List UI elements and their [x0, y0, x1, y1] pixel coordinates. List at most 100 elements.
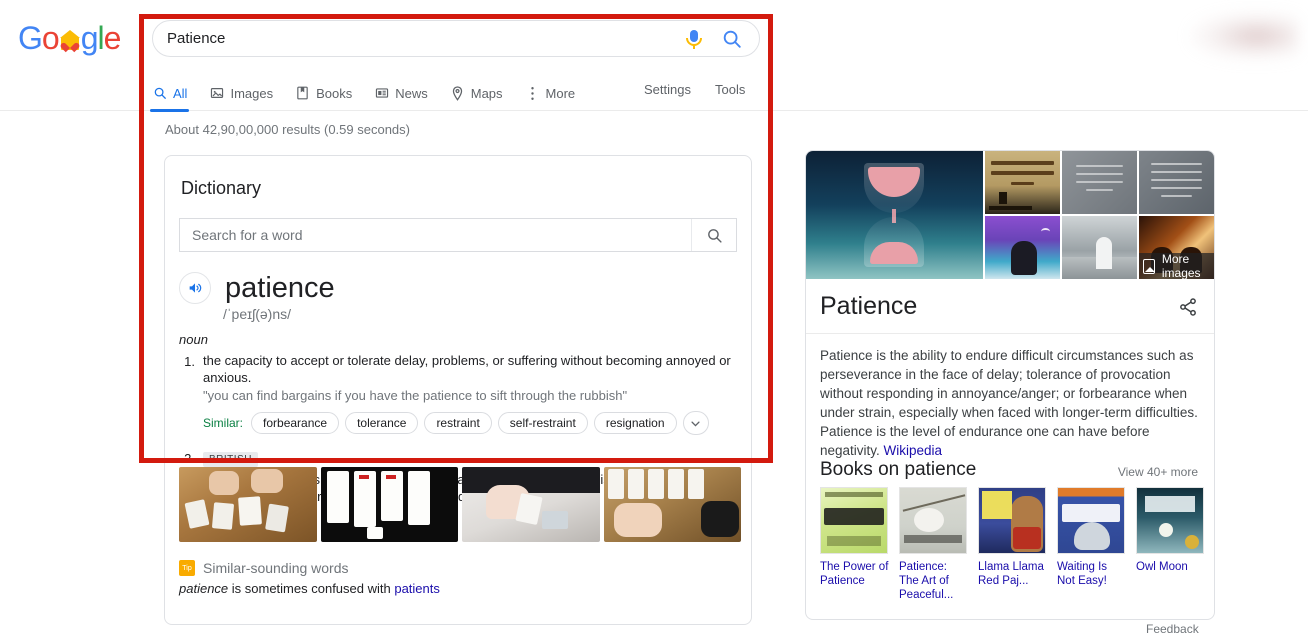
dictionary-heading: Dictionary [181, 178, 262, 198]
headword: patience [225, 272, 335, 304]
book-item[interactable]: The Power of Patience [820, 487, 890, 602]
confused-middle-text: is sometimes confused with [228, 581, 395, 596]
definition-item: 1. the capacity to accept or tolerate de… [179, 352, 741, 435]
similar-chip[interactable]: self-restraint [497, 412, 588, 434]
logo-letter-g: g [80, 20, 99, 56]
search-input[interactable]: Patience [153, 30, 683, 48]
feedback-link[interactable]: Feedback [1146, 622, 1199, 636]
similar-sounding-line: patience is sometimes confused with pati… [179, 581, 440, 596]
dictionary-search-box[interactable]: Search for a word [179, 218, 737, 252]
card-game-photo-strip [179, 467, 741, 542]
book-cover [899, 487, 967, 554]
search-box[interactable]: Patience [152, 20, 760, 57]
knowledge-panel: More images Patience Patience is the abi… [805, 150, 1215, 620]
book-title: Waiting Is Not Easy! [1057, 561, 1108, 587]
tab-books[interactable]: Books [295, 78, 352, 108]
tools-button[interactable]: Tools [715, 82, 745, 97]
book-item[interactable]: Owl Moon [1136, 487, 1206, 602]
books-carousel: The Power of Patience Patience: The Art … [820, 487, 1208, 602]
similar-words-row: Similar: forbearance tolerance restraint… [203, 411, 741, 435]
search-icon [707, 228, 722, 243]
similar-sounding-title: Similar-sounding words [203, 560, 349, 576]
book-title: The Power of Patience [820, 561, 889, 587]
settings-button[interactable]: Settings [644, 82, 691, 97]
quote-card-photo-1[interactable] [985, 151, 1060, 214]
book-title: Owl Moon [1136, 561, 1188, 573]
book-title: Patience: The Art of Peaceful... [899, 561, 954, 601]
chevron-down-icon[interactable] [682, 411, 709, 435]
google-search-results-page: Go gle Patience All Images Books News Ma… [0, 0, 1308, 636]
tab-label: More [545, 85, 576, 101]
book-item[interactable]: Patience: The Art of Peaceful... [899, 487, 969, 602]
microphone-icon[interactable] [683, 28, 705, 50]
confused-word-source: patience [179, 581, 229, 596]
tab-label: Images [230, 85, 274, 101]
phonetic-transcription: /ˈpeɪʃ(ə)ns/ [223, 306, 292, 322]
quote-card-photo-2[interactable] [1062, 151, 1137, 214]
wikipedia-link[interactable]: Wikipedia [884, 443, 943, 458]
tab-images[interactable]: Images [209, 78, 273, 108]
person-sitting-beach-photo[interactable] [985, 216, 1060, 279]
hourglass-photo[interactable] [806, 151, 983, 279]
search-icon[interactable] [721, 28, 743, 50]
part-of-speech: noun [179, 332, 208, 347]
card-game-photo-2[interactable] [320, 467, 458, 542]
definition-example: "you can find bargains if you have the p… [203, 388, 628, 403]
tab-all[interactable]: All [149, 78, 190, 112]
tab-label: All [173, 85, 188, 101]
image-icon [1143, 258, 1155, 274]
tab-label: Maps [470, 85, 503, 101]
card-game-photo-4[interactable] [603, 467, 741, 542]
kebab-icon [525, 86, 540, 101]
person-on-pier-photo[interactable] [1062, 216, 1137, 279]
book-cover [820, 487, 888, 554]
similar-chip[interactable]: restraint [424, 412, 492, 434]
definition-text: the capacity to accept or tolerate delay… [203, 353, 731, 385]
similar-chip[interactable]: forbearance [251, 412, 340, 434]
more-images-button[interactable]: More images [1139, 252, 1214, 279]
card-game-photo-3[interactable] [462, 467, 600, 542]
tab-news[interactable]: News [374, 78, 428, 108]
dictionary-search-input[interactable]: Search for a word [180, 227, 691, 243]
book-cover [978, 487, 1046, 554]
speaker-icon[interactable] [179, 272, 211, 304]
search-icon [152, 86, 167, 101]
knowledge-panel-divider [806, 333, 1214, 334]
book-title: Llama Llama Red Paj... [978, 561, 1044, 587]
dictionary-search-button[interactable] [691, 219, 736, 251]
knowledge-panel-description: Patience is the ability to endure diffic… [820, 346, 1202, 460]
tip-badge: Tip [179, 560, 195, 576]
pin-icon [450, 85, 465, 101]
books-heading: Books on patience [820, 459, 977, 480]
logo-letter-G: G [18, 20, 43, 56]
sunset-meditation-photo[interactable]: More images [1139, 216, 1214, 279]
more-images-label: More images [1161, 252, 1201, 279]
share-icon[interactable] [1178, 297, 1198, 317]
definition-number: 1. [184, 354, 195, 369]
view-more-books-link[interactable]: View 40+ more [1118, 465, 1198, 479]
region-tag: BRITISH [203, 452, 258, 467]
book-icon [295, 86, 310, 101]
logo-letter-o1: o [41, 20, 60, 56]
search-vertical-tabs: All Images Books News Maps More [149, 78, 597, 112]
similar-chip[interactable]: resignation [593, 412, 677, 434]
similar-chip[interactable]: tolerance [345, 412, 419, 434]
news-icon [374, 86, 389, 101]
blurred-redacted-region [1190, 12, 1298, 60]
google-logo[interactable]: Go gle [18, 20, 121, 56]
quote-card-photo-3[interactable] [1139, 151, 1214, 214]
book-cover [1136, 487, 1204, 554]
header-divider [0, 110, 1308, 111]
tab-label: News [395, 85, 428, 101]
confused-word-link[interactable]: patients [394, 581, 440, 596]
similar-label: Similar: [203, 416, 244, 430]
book-item[interactable]: Llama Llama Red Paj... [978, 487, 1048, 602]
book-item[interactable]: Waiting Is Not Easy! [1057, 487, 1127, 602]
tab-label: Books [316, 85, 353, 101]
card-game-photo-1[interactable] [179, 467, 317, 542]
headword-row: patience [179, 272, 335, 304]
similar-sounding-section: Tip Similar-sounding words patience is s… [179, 560, 440, 596]
tab-more[interactable]: More [525, 78, 576, 108]
doodle-house-heart-icon [59, 28, 81, 52]
tab-maps[interactable]: Maps [450, 78, 503, 108]
